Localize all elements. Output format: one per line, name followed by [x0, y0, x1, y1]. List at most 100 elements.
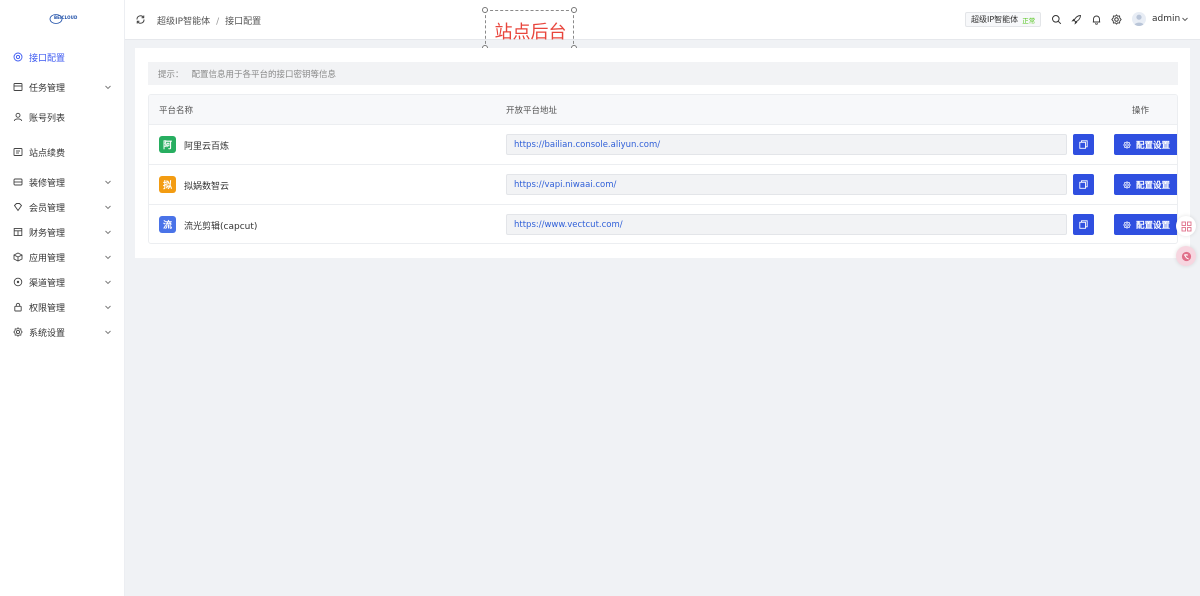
float-layout-button[interactable]: [1176, 216, 1196, 236]
resize-handle[interactable]: [571, 7, 577, 13]
search-icon[interactable]: [1051, 14, 1062, 25]
lock-icon: [12, 302, 23, 313]
sidebar-item-account-list[interactable]: 账号列表: [0, 105, 124, 129]
app-icon: [12, 252, 23, 263]
overlay-title: 站点后台: [494, 22, 567, 43]
copy-button[interactable]: [1073, 214, 1094, 235]
site-status-badge[interactable]: 超级IP智能体 正常: [965, 12, 1042, 27]
header-actions: 操作: [1132, 106, 1150, 116]
resize-handle[interactable]: [482, 7, 488, 13]
sidebar-item-permission[interactable]: 权限管理: [0, 295, 124, 319]
channel-icon: [12, 277, 23, 288]
top-header: 超级IP智能体 / 接口配置 超级IP智能体 正常 admin: [125, 0, 1200, 40]
user-name[interactable]: admin: [1152, 14, 1180, 24]
header-url: 开放平台地址: [506, 106, 558, 116]
config-settings-button[interactable]: 配置设置: [1114, 174, 1177, 195]
platform-name: 阿里云百炼: [184, 142, 230, 152]
copy-icon: [1079, 220, 1088, 229]
translate-icon: [1181, 251, 1191, 261]
platform-icon: 阿: [159, 136, 176, 153]
rocket-icon[interactable]: [1071, 14, 1082, 25]
sidebar-item-finance[interactable]: 财务管理: [0, 220, 124, 244]
copy-icon: [1079, 140, 1088, 149]
sidebar-item-label: 渠道管理: [29, 278, 66, 289]
sidebar-item-label: 财务管理: [29, 228, 66, 239]
settings-icon: [12, 52, 23, 63]
config-button-label: 配置设置: [1135, 140, 1170, 151]
table-row: 阿 阿里云百炼 https://bailian.console.aliyun.c…: [149, 125, 1177, 165]
sidebar-item-system-settings[interactable]: 系统设置: [0, 320, 124, 344]
table-row: 拟 拟娲数智云 https://vapi.niwaai.com/ 配置设置: [149, 165, 1177, 205]
breadcrumb-item-site[interactable]: 超级IP智能体: [157, 17, 210, 27]
chevron-down-icon: [103, 228, 112, 237]
sidebar-item-decoration[interactable]: 装修管理: [0, 170, 124, 194]
logo-text: BEICLOUD: [54, 15, 78, 20]
sidebar-item-label: 权限管理: [29, 303, 66, 314]
sidebar-item-channel[interactable]: 渠道管理: [0, 270, 124, 294]
finance-icon: [12, 227, 23, 238]
config-settings-button[interactable]: 配置设置: [1114, 214, 1177, 235]
decorate-icon: [12, 177, 23, 188]
gear-icon[interactable]: [1111, 14, 1122, 25]
sidebar-item-interface-config[interactable]: 接口配置: [0, 45, 124, 69]
copy-icon: [1079, 180, 1088, 189]
tip-text: 配置信息用于各平台的接口密钥等信息: [191, 69, 337, 80]
chevron-down-icon: [103, 83, 112, 92]
sidebar-item-site-renewal[interactable]: 站点续费: [0, 140, 124, 164]
table-row: 流 流光剪辑(capcut) https://www.vectcut.com/ …: [149, 205, 1177, 243]
chevron-down-icon: [103, 328, 112, 337]
platform-table: 平台名称 开放平台地址 操作 阿 阿里云百炼 https://bailian.c…: [148, 94, 1178, 244]
chevron-down-icon: [103, 203, 112, 212]
header-platform: 平台名称: [159, 106, 194, 116]
bell-icon[interactable]: [1091, 14, 1102, 25]
overlay-title-box[interactable]: 站点后台: [482, 7, 577, 51]
main-card: 提示： 配置信息用于各平台的接口密钥等信息 平台名称 开放平台地址 操作 阿 阿…: [135, 48, 1190, 258]
chevron-down-icon: [103, 303, 112, 312]
config-button-label: 配置设置: [1135, 220, 1170, 231]
sidebar-item-label: 会员管理: [29, 203, 66, 214]
sidebar-item-task-management[interactable]: 任务管理: [0, 75, 124, 99]
platform-name: 拟娲数智云: [184, 182, 230, 192]
sidebar-item-label: 装修管理: [29, 178, 66, 189]
chevron-down-icon: [103, 253, 112, 262]
chevron-down-icon: [103, 278, 112, 287]
status-text: 正常: [1022, 16, 1036, 25]
breadcrumb: 超级IP智能体 / 接口配置: [157, 14, 261, 27]
platform-icon: 拟: [159, 176, 176, 193]
chevron-down-icon: [103, 178, 112, 187]
sidebar-item-label: 系统设置: [29, 328, 66, 339]
platform-name: 流光剪辑(capcut): [184, 222, 258, 232]
sidebar: BEICLOUD 接口配置 任务管理 账号列表 站点续费 装修管理 会员管理 财…: [0, 0, 125, 596]
config-button-label: 配置设置: [1135, 180, 1170, 191]
float-translate-button[interactable]: [1176, 246, 1196, 266]
tip-label: 提示：: [158, 69, 184, 80]
logo[interactable]: BEICLOUD: [48, 13, 78, 25]
platform-url[interactable]: https://vapi.niwaai.com/: [506, 174, 1067, 195]
gear-icon: [1123, 220, 1131, 229]
user-icon: [12, 112, 23, 123]
gear-icon: [1123, 180, 1131, 189]
gear-icon: [1123, 140, 1131, 149]
chevron-down-icon[interactable]: [1181, 15, 1190, 24]
site-name: 超级IP智能体: [971, 15, 1019, 24]
avatar[interactable]: [1132, 12, 1146, 26]
breadcrumb-separator: /: [216, 17, 220, 27]
platform-icon: 流: [159, 216, 176, 233]
platform-url[interactable]: https://www.vectcut.com/: [506, 214, 1067, 235]
breadcrumb-item-current: 接口配置: [225, 17, 262, 27]
member-icon: [12, 202, 23, 213]
gear-icon: [12, 327, 23, 338]
sidebar-item-label: 站点续费: [29, 148, 66, 159]
copy-button[interactable]: [1073, 174, 1094, 195]
refresh-icon[interactable]: [135, 14, 147, 26]
sidebar-item-label: 账号列表: [29, 113, 66, 124]
sidebar-item-app[interactable]: 应用管理: [0, 245, 124, 269]
task-icon: [12, 82, 23, 93]
platform-url[interactable]: https://bailian.console.aliyun.com/: [506, 134, 1067, 155]
copy-button[interactable]: [1073, 134, 1094, 155]
sidebar-item-member[interactable]: 会员管理: [0, 195, 124, 219]
config-settings-button[interactable]: 配置设置: [1114, 134, 1177, 155]
table-header: 平台名称 开放平台地址 操作: [149, 95, 1177, 125]
sidebar-item-label: 应用管理: [29, 253, 66, 264]
sidebar-item-label: 任务管理: [29, 83, 66, 94]
